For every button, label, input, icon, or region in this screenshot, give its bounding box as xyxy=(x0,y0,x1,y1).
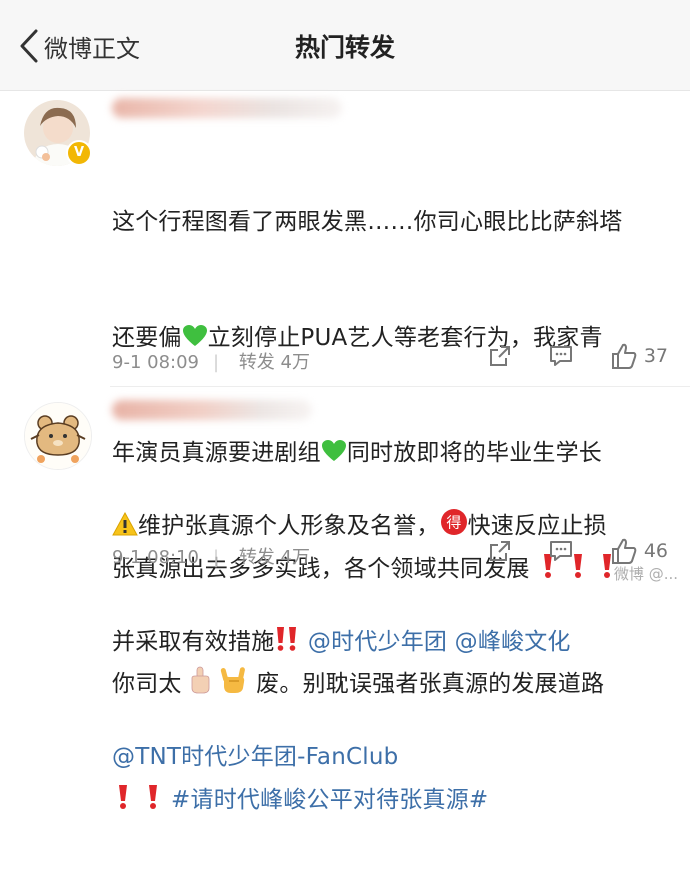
like-icon xyxy=(611,538,637,564)
avatar[interactable]: V xyxy=(24,100,92,166)
repost-count: 转发 4万 xyxy=(238,547,310,568)
page-title: 热门转发 xyxy=(294,33,395,62)
repost-count: 转发 4万 xyxy=(238,352,310,373)
share-button[interactable] xyxy=(488,344,512,368)
de-badge-label: 得 xyxy=(446,514,461,532)
double-exclamation-icon xyxy=(274,626,300,665)
like-icon xyxy=(611,343,637,369)
comment-icon xyxy=(549,541,572,561)
post-actions: 46 xyxy=(452,537,668,565)
verified-badge-icon: V xyxy=(66,140,92,166)
content-line: @TNT时代少年团-FanClub xyxy=(112,738,660,777)
like-count: 46 xyxy=(643,540,668,562)
like-button[interactable]: 37 xyxy=(610,342,668,370)
post-time: 9-1 08:09 xyxy=(112,352,199,373)
mention-link[interactable]: @时代少年团 @峰峻文化 xyxy=(308,629,571,655)
content-line: 这个行程图看了两眼发黑……你司心眼比比萨斜塔 xyxy=(112,209,623,235)
meta-divider: | xyxy=(213,547,220,568)
comment-button[interactable] xyxy=(548,344,574,368)
post-time: 9-1 08:10 xyxy=(112,547,199,568)
mention-link[interactable]: @TNT时代少年团-FanClub xyxy=(112,744,398,770)
avatar[interactable] xyxy=(24,402,92,470)
post-meta: 9-1 08:09 | 转发 4万 xyxy=(112,348,324,374)
repost-item: 维护张真源个人形象及名誉，得快速反应止损 并采取有效措施 @时代少年团 @峰峻文… xyxy=(0,386,690,770)
share-button[interactable] xyxy=(488,539,512,563)
like-count: 37 xyxy=(643,345,668,367)
meta-divider: | xyxy=(213,352,220,373)
repost-item: V 这个行程图看了两眼发黑……你司心眼比比萨斜塔 还要偏 立刻停止PUA艺人等老套… xyxy=(0,90,690,813)
share-icon xyxy=(489,541,510,561)
username-blurred xyxy=(112,98,342,118)
username-blurred xyxy=(112,400,312,420)
share-icon xyxy=(489,346,510,366)
post-actions: 37 xyxy=(452,342,668,370)
comment-icon xyxy=(549,346,572,366)
like-button[interactable]: 46 xyxy=(610,537,668,565)
post-meta: 9-1 08:10 | 转发 4万 xyxy=(112,543,324,569)
nav-bar: 微博正文 热门转发 xyxy=(0,0,690,91)
comment-button[interactable] xyxy=(548,539,574,563)
content-line: 并采取有效措施 @时代少年团 @峰峻文化 xyxy=(112,623,660,662)
post-content: 维护张真源个人形象及名誉，得快速反应止损 并采取有效措施 @时代少年团 @峰峻文… xyxy=(112,430,660,854)
watermark: 微博 @... xyxy=(613,565,678,583)
